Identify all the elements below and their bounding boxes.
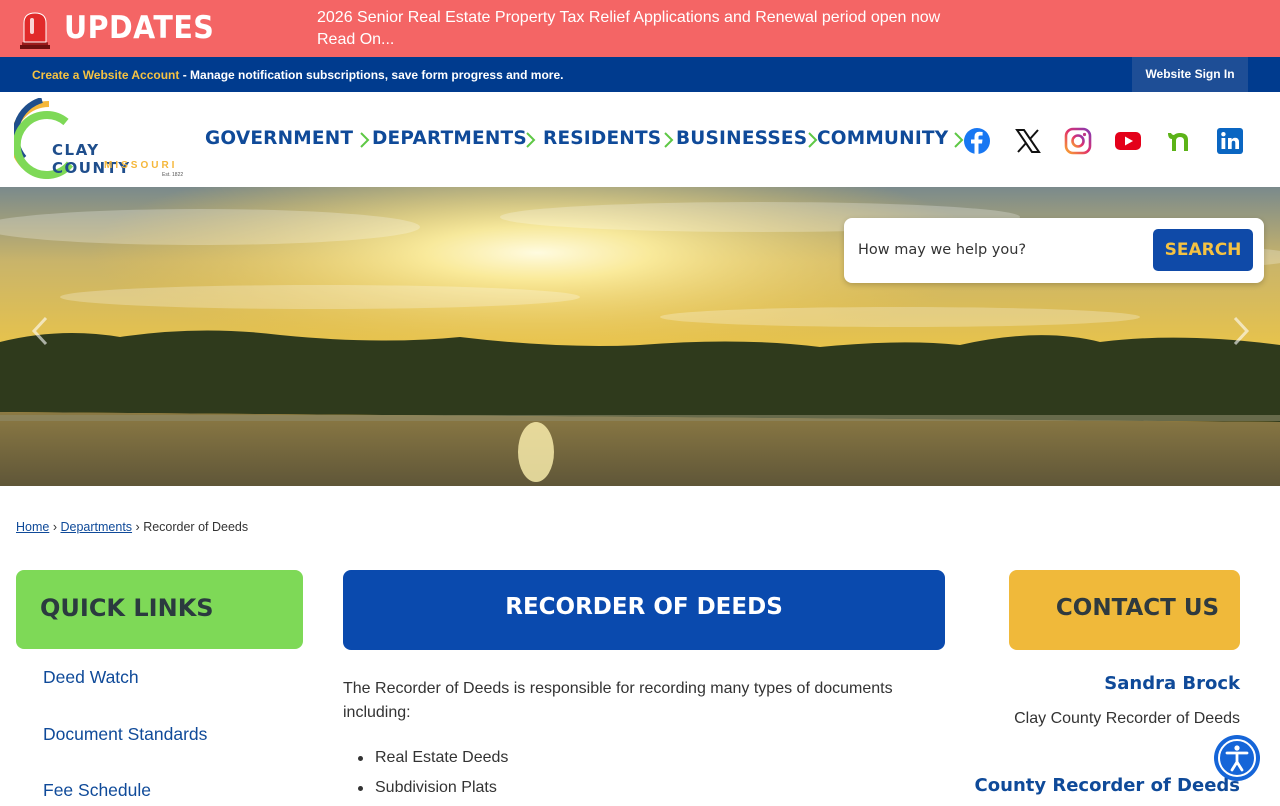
sign-in-button[interactable]: Website Sign In <box>1132 57 1248 92</box>
alert-message[interactable]: 2026 Senior Real Estate Property Tax Rel… <box>317 7 997 51</box>
account-text: Create a Website Account - Manage notifi… <box>32 68 563 82</box>
page-title: RECORDER OF DEEDS <box>505 594 783 620</box>
chevron-right-icon <box>526 132 536 148</box>
linkedin-icon[interactable] <box>1216 127 1244 155</box>
page-intro: The Recorder of Deeds is responsible for… <box>343 680 893 721</box>
instagram-icon[interactable] <box>1064 127 1092 155</box>
breadcrumb-current: Recorder of Deeds <box>143 520 249 534</box>
account-bar: Create a Website Account - Manage notifi… <box>0 57 1280 92</box>
quick-links-title: QUICK LINKS <box>40 594 214 622</box>
search-box: SEARCH <box>844 218 1264 283</box>
breadcrumb-separator: › <box>52 520 57 534</box>
contact-name: Sandra Brock <box>1104 673 1240 694</box>
alert-read-more-link[interactable]: Read On... <box>317 29 997 51</box>
contact-header: CONTACT US <box>1009 570 1240 650</box>
breadcrumb-departments[interactable]: Departments <box>60 520 132 534</box>
nextdoor-icon[interactable] <box>1165 127 1193 155</box>
create-account-link[interactable]: Create a Website Account <box>32 68 179 82</box>
county-logo[interactable]: CLAY COUNTY MISSOURI Est. 1822 <box>14 98 184 180</box>
alert-title: UPDATES <box>64 10 215 46</box>
breadcrumb-separator: › <box>135 520 140 534</box>
contact-title: CONTACT US <box>1055 595 1220 621</box>
nav-community[interactable]: COMMUNITY <box>817 128 948 149</box>
account-description: - Manage notification subscriptions, sav… <box>179 68 564 82</box>
carousel-prev-icon[interactable] <box>30 316 50 346</box>
alert-message-text[interactable]: 2026 Senior Real Estate Property Tax Rel… <box>317 7 997 29</box>
search-input[interactable] <box>858 232 1148 268</box>
accessibility-icon <box>1218 739 1256 777</box>
quick-links-header: QUICK LINKS <box>16 570 303 649</box>
nav-businesses[interactable]: BUSINESSES <box>676 128 807 149</box>
site-header: CLAY COUNTY MISSOURI Est. 1822 GOVERNMEN… <box>0 92 1280 187</box>
alert-bar: UPDATES 2026 Senior Real Estate Property… <box>0 0 1280 57</box>
quick-link-deed-watch[interactable]: Deed Watch <box>43 667 139 688</box>
list-item: Subdivision Plats <box>357 776 508 806</box>
siren-icon <box>20 12 50 49</box>
youtube-icon[interactable] <box>1114 127 1142 155</box>
quick-link-fee-schedule[interactable]: Fee Schedule <box>43 780 151 801</box>
search-button[interactable]: SEARCH <box>1153 229 1253 271</box>
document-types-list: Real Estate Deeds Subdivision Plats <box>357 746 508 806</box>
contact-office: County Recorder of Deeds <box>974 775 1240 796</box>
quick-link-document-standards[interactable]: Document Standards <box>43 724 207 745</box>
x-icon[interactable] <box>1014 127 1042 155</box>
nav-departments[interactable]: DEPARTMENTS <box>372 128 527 149</box>
nav-residents[interactable]: RESIDENTS <box>543 128 661 149</box>
breadcrumb: Home › Departments › Recorder of Deeds <box>16 520 248 534</box>
logo-est: Est. 1822 <box>162 172 184 178</box>
logo-state: MISSOURI <box>104 160 178 171</box>
page-title-banner: RECORDER OF DEEDS <box>343 570 945 650</box>
contact-role: Clay County Recorder of Deeds <box>1014 710 1240 727</box>
chevron-right-icon <box>664 132 674 148</box>
carousel-next-icon[interactable] <box>1231 316 1251 346</box>
nav-government[interactable]: GOVERNMENT <box>205 128 353 149</box>
chevron-right-icon <box>360 132 370 148</box>
facebook-icon[interactable] <box>963 127 991 155</box>
accessibility-button[interactable] <box>1214 735 1260 781</box>
list-item: Real Estate Deeds <box>357 746 508 776</box>
breadcrumb-home[interactable]: Home <box>16 520 49 534</box>
